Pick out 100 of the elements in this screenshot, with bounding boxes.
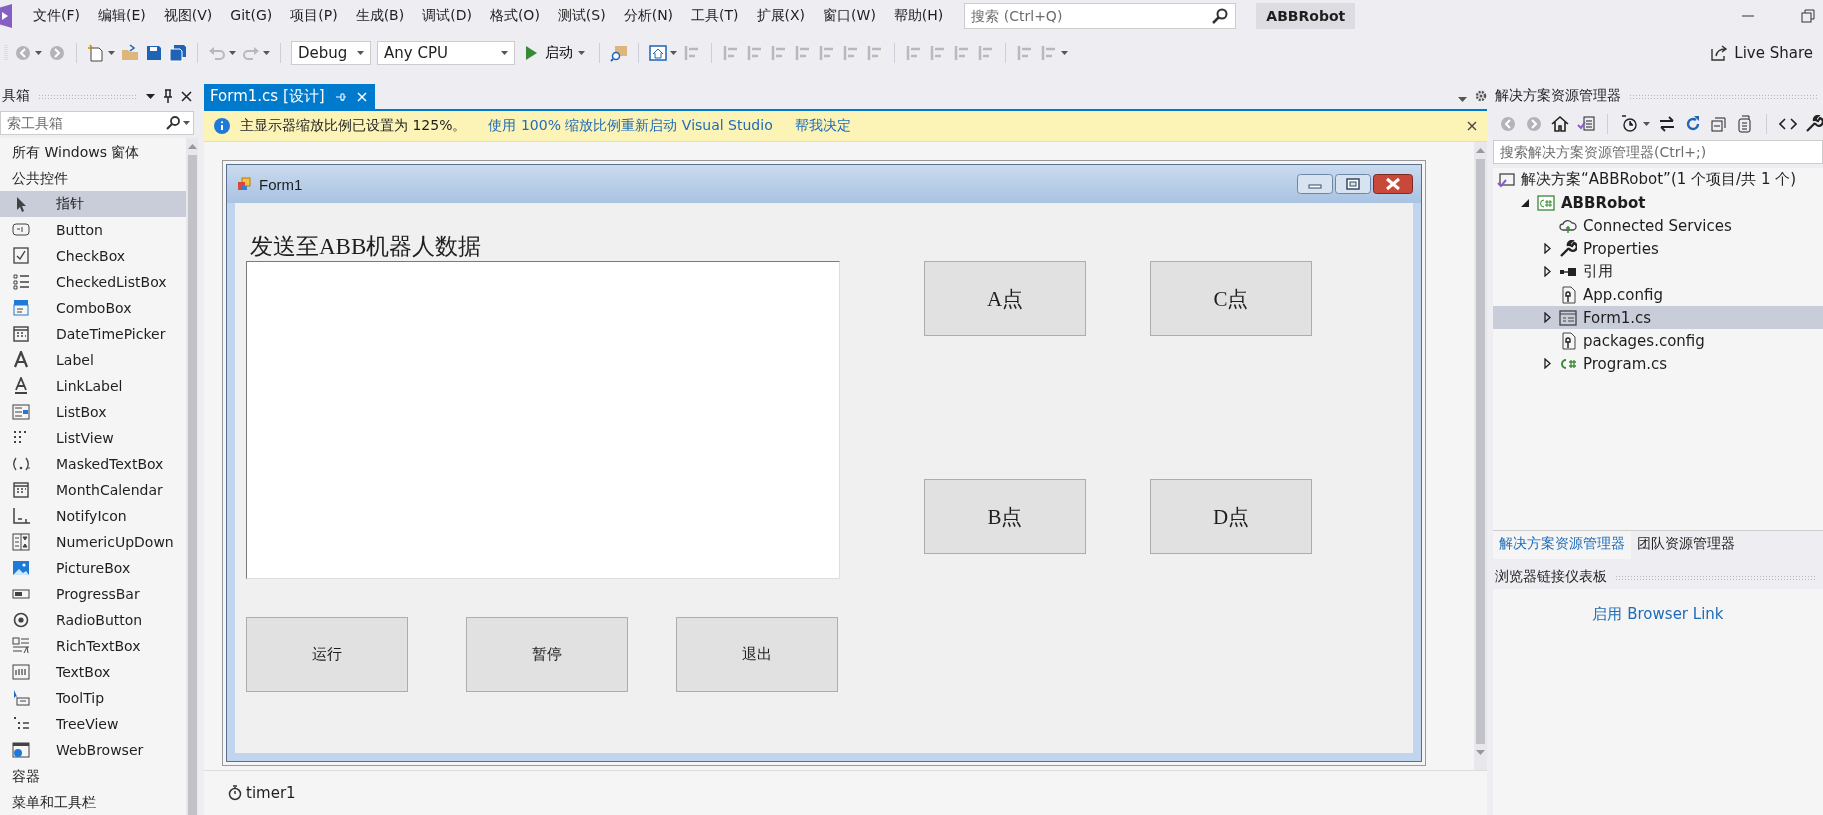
toolbox-item[interactable]: ListBox <box>0 399 186 425</box>
menu-item[interactable]: 格式(O) <box>480 6 549 25</box>
live-share-button[interactable]: Live Share <box>1710 44 1819 62</box>
menu-item[interactable]: 工具(T) <box>682 6 748 25</box>
toolbox-item[interactable]: Label <box>0 347 186 373</box>
menu-item[interactable]: 视图(V) <box>154 6 222 25</box>
menu-item[interactable]: 分析(N) <box>614 6 683 25</box>
solution-view-icon[interactable] <box>1577 115 1595 133</box>
save-icon[interactable] <box>145 44 163 62</box>
toolbox-category[interactable]: 所有 Windows 窗体 <box>0 139 186 165</box>
toolbox-category[interactable]: 公共控件 <box>0 165 186 191</box>
toolbox-item[interactable]: TreeView <box>0 711 186 737</box>
close-icon[interactable] <box>1373 174 1413 194</box>
form-button[interactable]: D点 <box>1150 479 1312 554</box>
scrollbar[interactable] <box>186 138 198 815</box>
minimize-icon[interactable] <box>1297 174 1333 194</box>
copy-icon[interactable] <box>1736 115 1754 133</box>
search-icon[interactable] <box>1212 7 1229 24</box>
toolbox-item[interactable]: CheckBox <box>0 243 186 269</box>
dropdown-icon[interactable] <box>1458 97 1467 102</box>
caret-icon[interactable] <box>263 51 270 55</box>
caret-icon[interactable] <box>229 51 236 55</box>
menu-item[interactable]: 编辑(E) <box>89 6 155 25</box>
toolbox-item[interactable]: WebBrowser <box>0 737 186 763</box>
toolbox-item[interactable]: NotifyIcon <box>0 503 186 529</box>
menu-item[interactable]: 文件(F) <box>24 6 89 25</box>
caret-icon[interactable] <box>1061 51 1068 55</box>
scroll-thumb[interactable] <box>187 155 197 815</box>
sync-icon[interactable] <box>1658 115 1676 133</box>
home-icon[interactable] <box>649 44 667 62</box>
menu-item[interactable]: 窗口(W) <box>814 6 885 25</box>
toolbox-category[interactable]: 菜单和工具栏 <box>0 789 186 815</box>
scrollbar[interactable] <box>1474 142 1487 770</box>
tree-item[interactable]: Connected Services <box>1493 214 1823 237</box>
form-button[interactable]: B点 <box>924 479 1086 554</box>
logo-icon[interactable] <box>0 3 12 28</box>
refresh-icon[interactable] <box>1684 115 1702 133</box>
form-button[interactable]: 退出 <box>676 617 838 692</box>
open-folder-icon[interactable] <box>121 44 139 62</box>
caret-icon[interactable] <box>670 51 677 55</box>
info-link[interactable]: 帮我决定 <box>794 117 851 135</box>
expand-arrow-icon[interactable] <box>1543 243 1551 254</box>
pin-icon[interactable] <box>163 89 173 103</box>
browser-link[interactable]: 启用 Browser Link <box>1592 605 1724 625</box>
tree-item[interactable]: ABBRobot <box>1493 191 1823 214</box>
search-field[interactable]: 索工具箱 <box>0 111 194 135</box>
wrench-icon[interactable] <box>1805 115 1823 133</box>
search-field[interactable]: 搜索解决方案资源管理器(Ctrl+;) <box>1493 140 1823 164</box>
toolbox-item[interactable]: DateTimePicker <box>0 321 186 347</box>
toolbox-item[interactable]: ProgressBar <box>0 581 186 607</box>
panel-tab[interactable]: 解决方案资源管理器 <box>1493 531 1631 559</box>
dropdown-icon[interactable] <box>146 93 155 99</box>
caret-icon[interactable] <box>35 51 42 55</box>
caret-icon[interactable] <box>1643 122 1650 126</box>
history-icon[interactable] <box>1620 115 1638 133</box>
menu-item[interactable]: 测试(S) <box>548 6 615 25</box>
settings-icon[interactable] <box>1475 90 1487 102</box>
toolbox-item[interactable]: ListView <box>0 425 186 451</box>
toolbox-item[interactable]: NumericUpDown <box>0 529 186 555</box>
caret-icon[interactable] <box>183 121 190 125</box>
toolbox-item[interactable]: ToolTip <box>0 685 186 711</box>
toolbox-item[interactable]: ComboBox <box>0 295 186 321</box>
tree-item[interactable]: Form1.cs <box>1493 306 1823 329</box>
search-field[interactable]: 搜索 (Ctrl+Q) <box>964 2 1237 29</box>
collapse-icon[interactable] <box>1710 115 1728 133</box>
panel-tab[interactable]: 团队资源管理器 <box>1631 531 1741 559</box>
expand-arrow-icon[interactable] <box>1543 266 1551 277</box>
form-button[interactable]: 运行 <box>246 617 408 692</box>
collapse-arrow-icon[interactable] <box>1521 198 1529 207</box>
form-button[interactable]: 暂停 <box>466 617 628 692</box>
expand-arrow-icon[interactable] <box>1543 358 1551 369</box>
maximize-icon[interactable] <box>1335 174 1371 194</box>
component-item[interactable]: timer1 <box>228 784 296 802</box>
toolbox-item[interactable]: TextBox <box>0 659 186 685</box>
menu-item[interactable]: 项目(P) <box>281 6 347 25</box>
tree-item[interactable]: 引用 <box>1493 260 1823 283</box>
toolbox-item[interactable]: RichTextBox <box>0 633 186 659</box>
tree-item[interactable]: Program.cs <box>1493 352 1823 375</box>
toolbox-category[interactable]: 容器 <box>0 763 186 789</box>
form-button[interactable]: C点 <box>1150 261 1312 336</box>
restore-icon[interactable] <box>1801 8 1815 23</box>
menu-item[interactable]: 生成(B) <box>346 6 414 25</box>
close-icon[interactable] <box>181 90 192 102</box>
tree-item[interactable]: App.config <box>1493 283 1823 306</box>
toolbox-item[interactable]: 指针 <box>0 191 186 217</box>
new-item-icon[interactable] <box>87 44 105 62</box>
platform-dropdown[interactable]: Any CPU <box>377 41 515 65</box>
toolbox-item[interactable]: RadioButton <box>0 607 186 633</box>
toolbox-item[interactable]: MaskedTextBox <box>0 451 186 477</box>
scroll-thumb[interactable] <box>1476 159 1485 744</box>
toolbox-item[interactable]: LinkLabel <box>0 373 186 399</box>
info-link[interactable]: 使用 100% 缩放比例重新启动 Visual Studio <box>488 117 773 135</box>
menu-item[interactable]: 调试(D) <box>413 6 481 25</box>
toolbox-item[interactable]: CheckedListBox <box>0 269 186 295</box>
home-icon[interactable] <box>1551 115 1569 133</box>
toolbox-item[interactable]: Button <box>0 217 186 243</box>
find-in-files-icon[interactable] <box>610 44 628 62</box>
start-button[interactable]: 启动 <box>521 44 589 62</box>
menu-item[interactable]: 帮助(H) <box>884 6 953 25</box>
search-icon[interactable] <box>166 116 180 130</box>
